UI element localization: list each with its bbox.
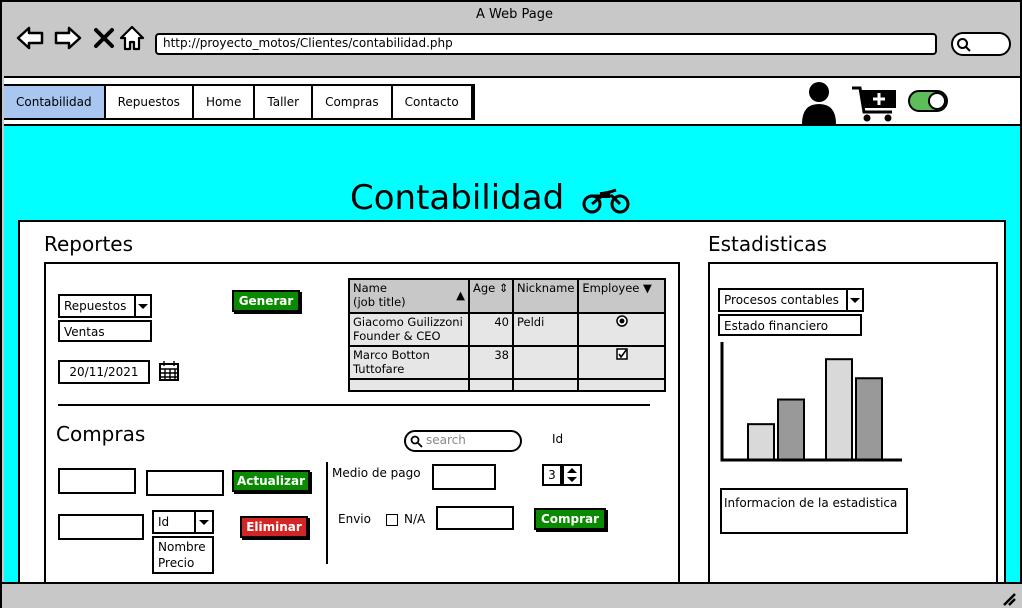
chart-bar (855, 377, 883, 462)
calendar-icon[interactable] (158, 360, 180, 382)
col-employee[interactable]: Employee ▼ (577, 278, 666, 314)
envio-label: Envio (338, 512, 371, 526)
search-icon (957, 38, 971, 52)
comprar-button[interactable]: Comprar (534, 508, 606, 530)
col-name[interactable]: Name (job title) ▲ (348, 278, 470, 314)
estadisticas-option[interactable]: Estado financiero (718, 314, 862, 336)
resize-grip-icon[interactable] (1000, 590, 1016, 606)
reportes-option-ventas[interactable]: Ventas (58, 320, 152, 342)
sort-up-icon: ▲ (456, 288, 465, 302)
id-label: Id (552, 432, 564, 446)
compras-title: Compras (56, 422, 146, 446)
status-bar (2, 582, 1022, 608)
cell-name: Marco Botton Tuttofare (348, 345, 470, 380)
stepper-buttons[interactable] (562, 464, 582, 486)
browser-window: A Web Page http://proyecto_motos/Cliente… (0, 0, 1022, 608)
table-row[interactable]: Marco Botton Tuttofare 38 (348, 345, 666, 380)
window-title: A Web Page (476, 7, 553, 22)
tab-home[interactable]: Home (193, 86, 256, 118)
col-age[interactable]: Age ⇕ (468, 278, 514, 314)
compras-select-button[interactable] (194, 510, 214, 534)
employee-radio[interactable] (577, 312, 666, 347)
estadisticas-box: Procesos contables Estado financiero Inf… (708, 262, 998, 590)
compras-field-3[interactable] (58, 514, 144, 540)
cell-nickname (511, 345, 580, 380)
user-icon[interactable] (800, 80, 838, 124)
reportes-select-button[interactable] (134, 294, 152, 318)
reportes-box: Repuestos Ventas Generar 20/11/2021 Name… (44, 262, 680, 598)
table-row[interactable]: Giacomo Guilizzoni Founder & CEO 40 Peldi (348, 312, 666, 347)
section-divider (58, 404, 650, 406)
tab-taller[interactable]: Taller (255, 86, 314, 118)
compras-id-options[interactable]: Nombre Precio (152, 536, 214, 574)
compras-field-2[interactable] (146, 470, 224, 496)
quantity-stepper[interactable]: 3 (542, 464, 562, 486)
tab-contacto[interactable]: Contacto (392, 86, 473, 118)
main-panel: Reportes Repuestos Ventas Generar 20/11/… (18, 220, 1006, 608)
generar-button[interactable]: Generar (232, 290, 300, 312)
cell-age: 40 (468, 312, 514, 347)
forward-arrow-icon[interactable] (54, 24, 82, 52)
medio-pago-label: Medio de pago (332, 466, 421, 480)
option-nombre[interactable]: Nombre (158, 539, 208, 555)
page-title: Contabilidad (350, 178, 565, 218)
tab-repuestos[interactable]: Repuestos (105, 86, 194, 118)
date-field[interactable]: 20/11/2021 (58, 360, 150, 384)
content-area: Contabilidad Reportes Repuestos Ventas G… (4, 124, 1020, 608)
chevron-down-icon (138, 304, 148, 309)
search-icon (410, 435, 423, 448)
employee-table: Name (job title) ▲ Age ⇕ Nickname Employe… (348, 278, 666, 392)
checkbox-checked-icon (615, 348, 628, 360)
cart-add-icon[interactable] (850, 84, 900, 124)
estadisticas-select[interactable]: Procesos contables (718, 288, 848, 312)
compras-field-1[interactable] (58, 468, 136, 494)
eliminar-button[interactable]: Eliminar (240, 516, 308, 538)
back-arrow-icon[interactable] (16, 24, 44, 52)
chart-bar (777, 398, 805, 461)
chart-bar (747, 423, 775, 462)
compras-divider (326, 462, 328, 564)
compras-search[interactable]: search (404, 430, 522, 452)
option-precio[interactable]: Precio (158, 555, 208, 571)
col-nickname[interactable]: Nickname (511, 278, 580, 314)
radio-selected-icon (615, 315, 628, 327)
compras-id-select[interactable]: Id (152, 510, 198, 534)
home-icon[interactable] (118, 24, 146, 52)
actualizar-button[interactable]: Actualizar (232, 470, 310, 492)
tab-compras[interactable]: Compras (313, 86, 393, 118)
medio-pago-field[interactable] (432, 464, 496, 490)
motorcycle-icon (582, 188, 630, 214)
toggle-icon[interactable] (908, 90, 948, 112)
na-checkbox[interactable] (386, 514, 398, 526)
bar-chart (720, 342, 902, 462)
chevron-down-icon (850, 298, 860, 303)
close-x-icon[interactable] (90, 24, 118, 52)
envio-field[interactable] (436, 506, 514, 530)
employee-checkbox[interactable] (577, 345, 666, 380)
reportes-title: Reportes (44, 232, 134, 256)
na-label: N/A (404, 512, 426, 526)
estadisticas-select-button[interactable] (846, 288, 864, 312)
chevron-down-icon (199, 520, 209, 525)
page-content: Contabilidad Repuestos Home Taller Compr… (4, 76, 1020, 608)
cell-nickname: Peldi (511, 312, 580, 347)
estadisticas-title: Estadisticas (708, 232, 827, 256)
sort-both-icon: ⇕ (498, 281, 509, 295)
reportes-select[interactable]: Repuestos (58, 294, 136, 318)
cell-age: 38 (468, 345, 514, 380)
address-bar[interactable]: http://proyecto_motos/Clientes/contabili… (155, 33, 937, 55)
sort-down-icon: ▼ (643, 281, 652, 295)
nav-tabs: Contabilidad Repuestos Home Taller Compr… (4, 84, 475, 120)
browser-search[interactable] (951, 32, 1011, 56)
estadisticas-info: Informacion de la estadistica (720, 488, 908, 534)
tab-contabilidad[interactable]: Contabilidad (4, 86, 106, 118)
chart-bar (825, 358, 853, 462)
cell-name: Giacomo Guilizzoni Founder & CEO (348, 312, 470, 347)
stepper-arrows-icon (567, 468, 577, 482)
